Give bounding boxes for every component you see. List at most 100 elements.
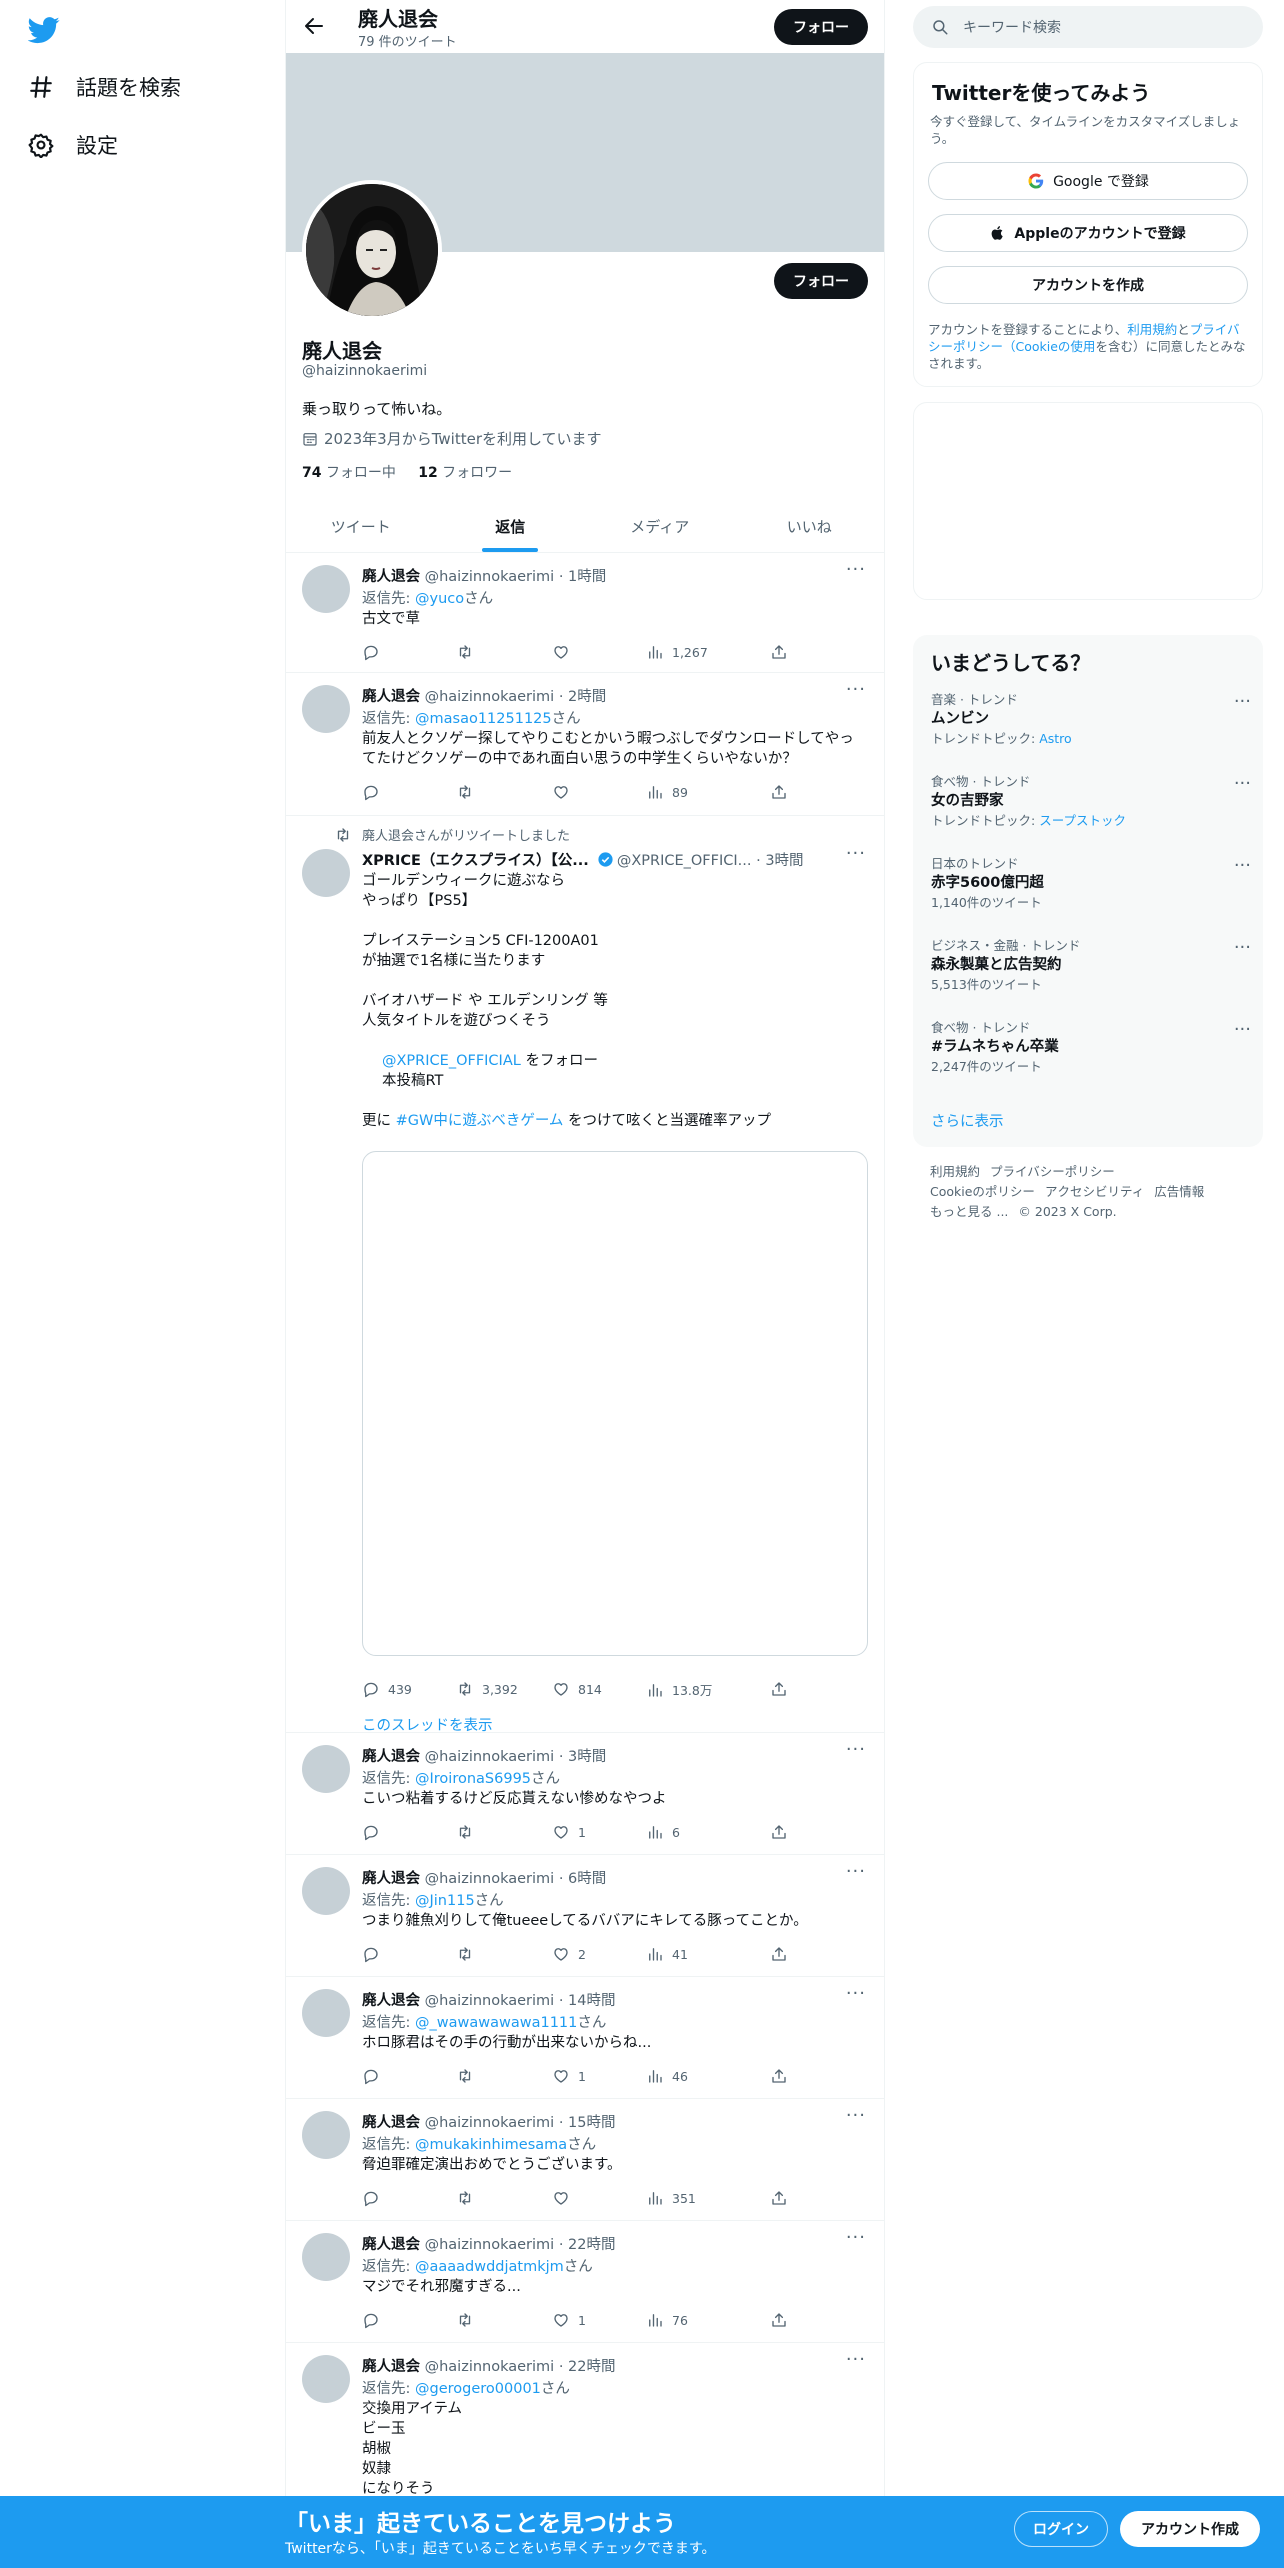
like-button[interactable]: 1 <box>552 2311 586 2329</box>
reply-button[interactable] <box>362 2189 388 2207</box>
more-options-icon[interactable]: ··· <box>846 1739 866 1760</box>
footer-link[interactable]: © 2023 X Corp. <box>1018 1204 1116 1219</box>
views-button[interactable]: 351 <box>646 2189 696 2207</box>
more-options-icon[interactable]: ··· <box>846 1983 866 2004</box>
reply-to-handle[interactable]: @mukakinhimesama <box>415 2137 567 2153</box>
tweet-author-name[interactable]: 廃人退会 <box>362 2237 420 2253</box>
footer-link[interactable]: アクセシビリティ <box>1045 1184 1144 1199</box>
tweet-time[interactable]: · 15時間 <box>559 2115 616 2131</box>
tab-tweets[interactable]: ツイート <box>286 500 436 552</box>
more-options-icon[interactable]: ··· <box>846 2105 866 2126</box>
tweet[interactable]: 廃人退会 @haizinnokaerimi · 14時間 ··· 返信先: @_wa… <box>286 1977 884 2099</box>
reply-button[interactable] <box>362 1945 388 1963</box>
like-button[interactable]: 1 <box>552 1823 586 1841</box>
twitter-logo-icon[interactable] <box>28 14 60 46</box>
signup-button[interactable]: アカウント作成 <box>1120 2511 1260 2547</box>
tweet-author-handle[interactable]: @haizinnokaerimi <box>425 2115 555 2131</box>
reply-button[interactable] <box>362 2067 388 2085</box>
tweet-author-name[interactable]: 廃人退会 <box>362 689 420 705</box>
trend-topic-link[interactable]: Astro <box>1039 731 1071 746</box>
tweet-author-name[interactable]: 廃人退会 <box>362 1993 420 2009</box>
tweet-media[interactable] <box>362 1151 868 1656</box>
tweet-avatar[interactable] <box>302 2111 350 2159</box>
reply-to-handle[interactable]: @_wawawawawa1111 <box>415 2015 577 2031</box>
trend-topic-link[interactable]: スープストック <box>1039 813 1126 828</box>
tweet[interactable]: 廃人退会 @haizinnokaerimi · 3時間 ··· 返信先: @Iroi… <box>286 1733 884 1855</box>
views-button[interactable]: 46 <box>646 2067 688 2085</box>
share-button[interactable] <box>770 2311 788 2329</box>
back-arrow-icon[interactable] <box>302 14 326 38</box>
share-button[interactable] <box>770 1823 788 1841</box>
tweet-time[interactable]: · 22時間 <box>559 2359 616 2375</box>
tweet-author-handle[interactable]: @XPRICE_OFFICI... <box>617 853 752 869</box>
more-options-icon[interactable]: ··· <box>846 843 866 864</box>
share-button[interactable] <box>770 1945 788 1963</box>
footer-link[interactable]: 利用規約 <box>930 1164 980 1179</box>
reply-to-handle[interactable]: @yuco <box>415 591 464 607</box>
nav-settings[interactable]: 設定 <box>28 125 118 165</box>
like-button[interactable] <box>552 2189 578 2207</box>
retweeted-tweet[interactable]: 廃人退会さんがリツイートしました XPRICE（エクスプライス）【公... @XPR… <box>286 816 884 1734</box>
footer-link[interactable]: もっと見る ... <box>930 1204 1008 1219</box>
views-button[interactable]: 1,267 <box>646 643 708 661</box>
terms-link[interactable]: 利用規約 <box>1127 322 1177 337</box>
reply-to-handle[interactable]: @IroironaS6995 <box>415 1771 531 1787</box>
reply-button[interactable] <box>362 2311 388 2329</box>
more-options-icon[interactable]: ··· <box>1234 773 1251 794</box>
retweet-button[interactable] <box>456 643 482 661</box>
tweet-time[interactable]: · 3時間 <box>756 853 803 869</box>
search-box[interactable]: キーワード検索 <box>913 6 1263 48</box>
retweet-button[interactable] <box>456 1823 482 1841</box>
tweet-author-name[interactable]: 廃人退会 <box>362 1871 420 1887</box>
tweet-author-name[interactable]: XPRICE（エクスプライス）【公... <box>362 853 589 869</box>
like-button[interactable]: 1 <box>552 2067 586 2085</box>
share-button[interactable] <box>770 2067 788 2085</box>
reply-button[interactable] <box>362 783 388 801</box>
mention-link[interactable]: @XPRICE_OFFICIAL <box>382 1053 521 1069</box>
tweet[interactable]: 廃人退会 @haizinnokaerimi · 2時間 ··· 返信先: @masa… <box>286 673 884 816</box>
views-button[interactable]: 13.8万 <box>646 1680 712 1699</box>
reply-button[interactable] <box>362 1823 388 1841</box>
like-button[interactable]: 2 <box>552 1945 586 1963</box>
header-follow-button[interactable]: フォロー <box>774 9 868 45</box>
tweet-avatar[interactable] <box>302 685 350 733</box>
tweet-author-handle[interactable]: @haizinnokaerimi <box>425 2359 555 2375</box>
trend-item[interactable]: 食べ物 · トレンド #ラムネちゃん卒業 2,247件のツイート ··· <box>931 1019 1251 1075</box>
reply-to-handle[interactable]: @Jin115 <box>415 1893 475 1909</box>
tweet-time[interactable]: · 14時間 <box>559 1993 616 2009</box>
tweet-author-handle[interactable]: @haizinnokaerimi <box>425 689 555 705</box>
reply-to-handle[interactable]: @gerogero00001 <box>415 2381 541 2397</box>
tweet-author-name[interactable]: 廃人退会 <box>362 569 420 585</box>
reply-button[interactable]: 439 <box>362 1680 412 1698</box>
following-link[interactable]: 74 フォロー中 <box>302 465 396 481</box>
create-account-button[interactable]: アカウントを作成 <box>928 266 1248 304</box>
like-button[interactable] <box>552 783 578 801</box>
more-options-icon[interactable]: ··· <box>1234 855 1251 876</box>
tweet-avatar[interactable] <box>302 1745 350 1793</box>
share-button[interactable] <box>770 1680 788 1698</box>
retweet-button[interactable] <box>456 1945 482 1963</box>
tweet-author-handle[interactable]: @haizinnokaerimi <box>425 569 555 585</box>
tab-replies[interactable]: 返信 <box>436 500 586 552</box>
tweet-author-name[interactable]: 廃人退会 <box>362 2115 420 2131</box>
trend-item[interactable]: 音楽 · トレンド ムンビン トレンドトピック: Astro ··· <box>931 691 1251 747</box>
nav-explore[interactable]: 話題を検索 <box>28 67 181 107</box>
trend-item[interactable]: 食べ物 · トレンド 女の吉野家 トレンドトピック: スープストック ··· <box>931 773 1251 829</box>
tweet-avatar[interactable] <box>302 1989 350 2037</box>
profile-avatar[interactable] <box>302 180 442 320</box>
reply-button[interactable] <box>362 643 388 661</box>
tweet-avatar[interactable] <box>302 2233 350 2281</box>
retweet-button[interactable] <box>456 2067 482 2085</box>
views-button[interactable]: 6 <box>646 1823 680 1841</box>
tweet-author-handle[interactable]: @haizinnokaerimi <box>425 1993 555 2009</box>
tweet-author-handle[interactable]: @haizinnokaerimi <box>425 2237 555 2253</box>
tab-media[interactable]: メディア <box>585 500 735 552</box>
login-button[interactable]: ログイン <box>1014 2511 1108 2547</box>
retweet-button[interactable] <box>456 2189 482 2207</box>
views-button[interactable]: 89 <box>646 783 688 801</box>
tweet-avatar[interactable] <box>302 1867 350 1915</box>
more-options-icon[interactable]: ··· <box>1234 691 1251 712</box>
trends-show-more[interactable]: さらに表示 <box>931 1110 1004 1131</box>
tweet-avatar[interactable] <box>302 2355 350 2403</box>
share-button[interactable] <box>770 2189 788 2207</box>
